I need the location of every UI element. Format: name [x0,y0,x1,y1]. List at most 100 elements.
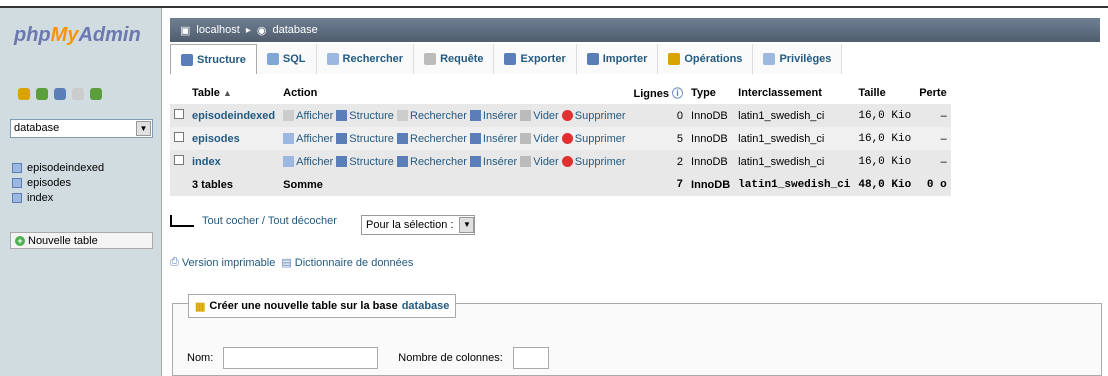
insert-action[interactable]: Insérer [469,156,517,168]
table-row: index Afficher Structure Rechercher Insé… [170,150,951,173]
row-checkbox[interactable] [174,109,184,119]
search-action[interactable]: Rechercher [397,156,467,168]
left-panel: phpMyAdmin database ▼ episodeindexed epi… [0,8,162,376]
tab-rechercher[interactable]: Rechercher [316,44,415,74]
header-table[interactable]: Table ▲ [188,81,279,104]
columns-input[interactable] [512,347,549,369]
header-action: Action [283,86,318,99]
empty-action[interactable]: Vider [520,133,559,145]
header-interclassement[interactable]: Interclassement [734,81,854,104]
for-selection-label: Pour la sélection : [366,219,454,231]
browse-action[interactable]: Afficher [283,156,333,168]
browse-action[interactable]: Afficher [283,110,333,122]
top-bar [0,6,1108,8]
row-perte: – [940,132,947,145]
empty-action[interactable]: Vider [520,156,559,168]
data-dictionary-link[interactable]: ▤ Dictionnaire de données [281,256,413,270]
columns-label: Nombre de colonnes: [398,352,503,364]
row-checkbox[interactable] [174,132,184,142]
export-icon [504,53,517,65]
database-icon: ◉ [256,24,267,37]
sidebar-item-index[interactable]: index [12,191,104,204]
reload-icon[interactable] [90,88,102,100]
structure-action[interactable]: Structure [336,133,394,145]
check-all-row: Tout cocher / Tout décocher [170,215,337,227]
create-legend-db[interactable]: database [402,300,450,312]
header-lignes[interactable]: Lignes ⓘ [630,81,688,104]
table-name[interactable]: index [188,150,279,173]
sidebar-item-label: index [27,191,54,204]
drop-action[interactable]: Supprimer [561,156,626,168]
check-all-link[interactable]: Tout cocher / Tout décocher [202,215,337,227]
row-checkbox[interactable] [174,155,184,165]
search-icon [326,53,339,65]
row-actions: Afficher Structure Rechercher Insérer Vi… [279,104,629,127]
table-name-input[interactable] [223,347,379,369]
structure-action[interactable]: Structure [336,156,394,168]
tab-privileges[interactable]: Privilèges [753,44,843,74]
drop-action[interactable]: Supprimer [561,110,626,122]
chevron-down-icon[interactable]: ▼ [136,121,151,136]
table-name[interactable]: episodeindexed [188,104,279,127]
drop-action[interactable]: Supprimer [561,133,626,145]
header-taille[interactable]: Taille [854,81,915,104]
database-select[interactable]: database ▼ [10,119,153,138]
tab-label: Rechercher [342,53,404,65]
logo-php: php [14,24,51,46]
new-table-button[interactable]: + Nouvelle table [10,232,153,249]
info-icon: ⓘ [672,87,684,100]
table-name[interactable]: episodes [188,127,279,150]
query-icon [424,53,437,65]
home-icon[interactable] [18,88,30,100]
logo-admin: Admin [78,24,141,46]
tab-operations[interactable]: Opérations [658,44,754,74]
row-lignes: 0 [676,109,684,122]
insert-action[interactable]: Insérer [469,110,517,122]
empty-action[interactable]: Vider [520,110,559,122]
db-icon[interactable] [36,88,48,100]
row-actions: Afficher Structure Rechercher Insérer Vi… [279,150,629,173]
info-icon[interactable] [54,88,66,100]
table-row: episodes Afficher Structure Rechercher I… [170,127,951,150]
printer-icon: ⎙ [170,256,179,268]
sidebar-item-episodeindexed[interactable]: episodeindexed [12,161,104,174]
tab-requete[interactable]: Requête [414,44,495,74]
sort-icon: ▲ [222,87,232,98]
browse-action[interactable]: Afficher [283,133,333,145]
header-type[interactable]: Type [687,81,734,104]
tab-bar: Structure SQL Rechercher Requête Exporte… [170,44,843,74]
breadcrumb: ▣ localhost ▸ ◉ database [170,18,1100,42]
breadcrumb-server[interactable]: localhost [196,24,239,36]
import-icon [586,53,599,65]
header-perte[interactable]: Perte [915,81,951,104]
tab-importer[interactable]: Importer [576,44,659,74]
for-selection-select[interactable]: Pour la sélection : ▼ [361,215,476,235]
tab-structure[interactable]: Structure [170,44,257,74]
sidebar-item-episodes[interactable]: episodes [12,176,104,189]
print-view-link[interactable]: ⎙ Version imprimable [170,256,275,269]
tab-sql[interactable]: SQL [256,44,317,74]
extra-links: ⎙ Version imprimable ▤ Dictionnaire de don… [170,256,413,269]
structure-action[interactable]: Structure [336,110,394,122]
doc-icon[interactable] [72,88,84,100]
tab-label: Exporter [520,53,566,65]
header-checkbox [170,81,188,104]
row-taille[interactable]: 16,0 Kio [854,150,915,173]
row-collation: latin1_swedish_ci [738,155,825,168]
breadcrumb-database[interactable]: database [272,24,317,36]
main-content: ▣ localhost ▸ ◉ database Structure SQL R… [170,18,1108,376]
phpmyadmin-logo[interactable]: phpMyAdmin [14,24,141,47]
tab-exporter[interactable]: Exporter [494,44,577,74]
row-taille[interactable]: 16,0 Kio [854,127,915,150]
chevron-down-icon[interactable]: ▼ [459,217,475,233]
row-taille[interactable]: 16,0 Kio [854,104,915,127]
row-lignes: 2 [676,155,684,168]
insert-action[interactable]: Insérer [469,133,517,145]
structure-icon [181,53,193,66]
search-action[interactable]: Rechercher [397,133,467,145]
new-table-icon: ▦ [195,300,206,313]
logo-my: My [50,24,79,46]
table-icon [12,192,22,203]
search-action[interactable]: Rechercher [397,110,467,122]
sidebar-item-label: episodes [27,176,72,189]
